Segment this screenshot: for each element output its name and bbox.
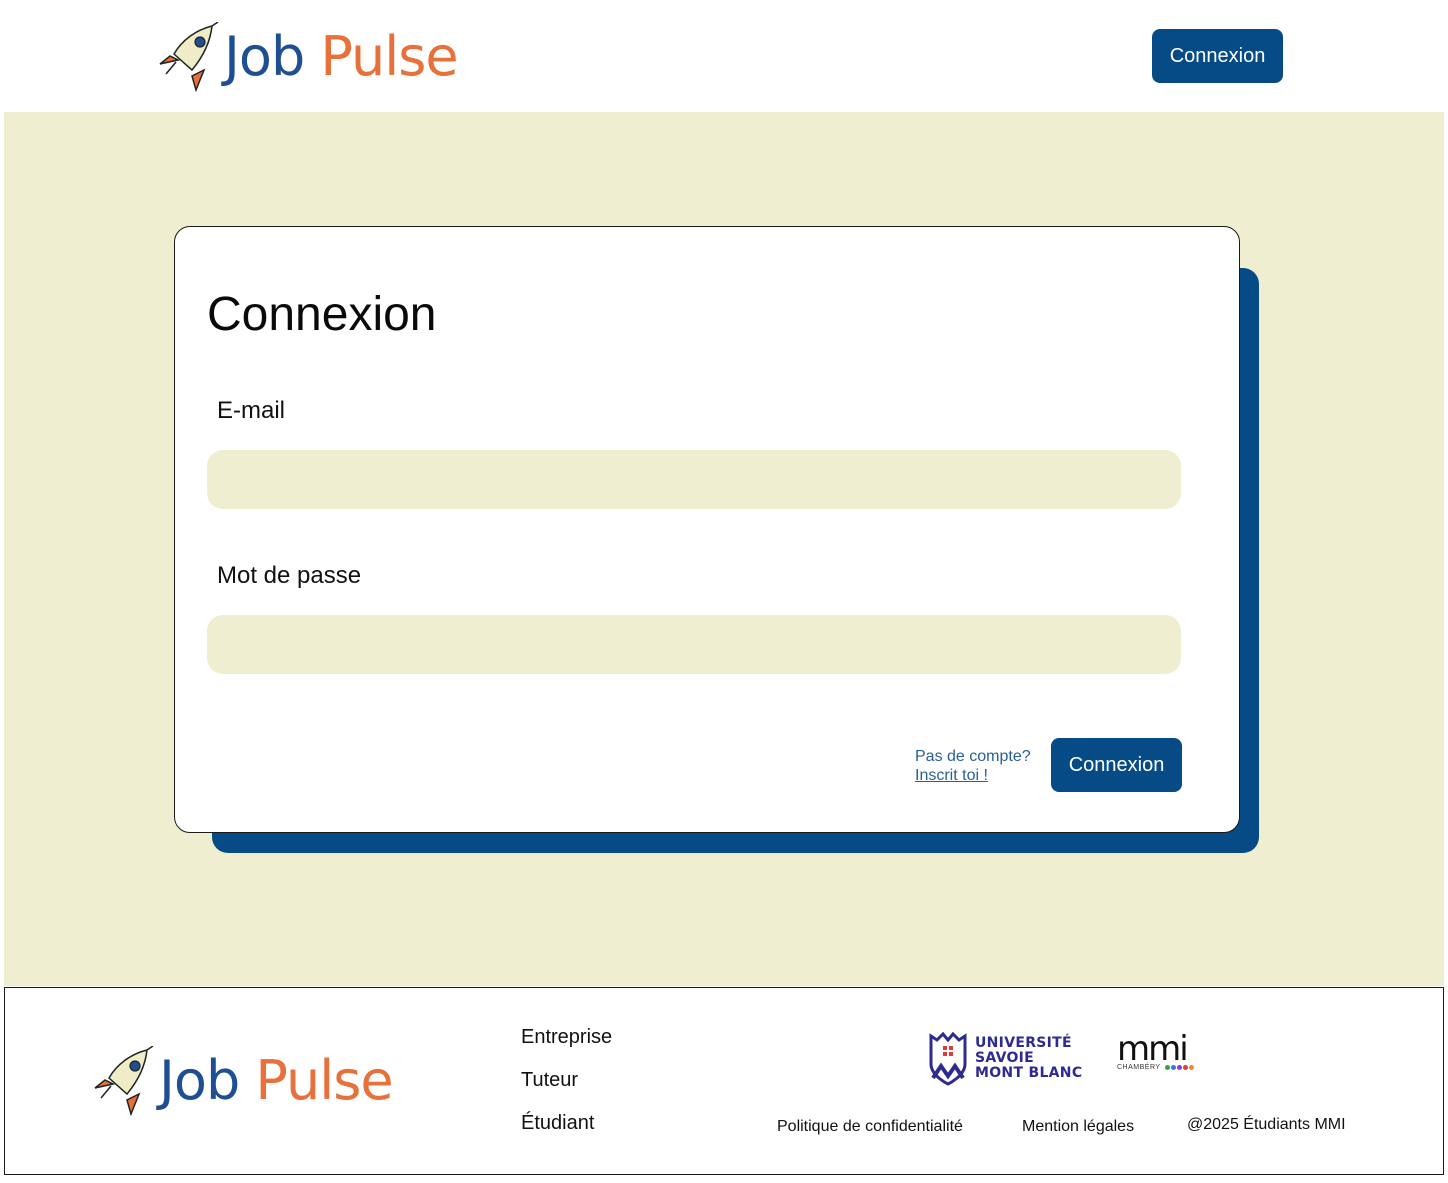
brand-job: Job <box>159 1049 240 1112</box>
site-header: Job Pulse Connexion <box>4 0 1440 112</box>
legal-link[interactable]: Mention légales <box>1022 1118 1134 1136</box>
login-card: Connexion E-mail Mot de passe Pas de com… <box>174 226 1240 833</box>
brand-name: Job Pulse <box>159 1054 394 1108</box>
email-field[interactable] <box>207 450 1181 509</box>
footer-nav-entreprise[interactable]: Entreprise <box>521 1026 612 1069</box>
mmi-city: CHAMBÉRY <box>1117 1064 1161 1071</box>
usmb-shield-icon <box>929 1031 967 1086</box>
email-label: E-mail <box>217 397 286 424</box>
footer-nav: Entreprise Tuteur Étudiant <box>521 1026 612 1155</box>
page-title: Connexion <box>207 288 437 341</box>
signup-link[interactable]: Inscrit toi ! <box>915 766 1031 785</box>
usmb-line: MONT BLANC <box>975 1064 1083 1081</box>
mmi-subtitle: CHAMBÉRY <box>1117 1064 1203 1071</box>
header-login-button[interactable]: Connexion <box>1152 29 1283 83</box>
rocket-icon <box>94 1046 154 1116</box>
rocket-icon <box>159 22 219 92</box>
privacy-link[interactable]: Politique de confidentialité <box>777 1118 963 1136</box>
usmb-line: UNIVERSITÉ <box>975 1034 1072 1051</box>
site-footer: Job Pulse Entreprise Tuteur Étudiant UNI… <box>4 987 1444 1175</box>
usmb-wordmark: UNIVERSITÉ SAVOIE MONT BLANC <box>975 1034 1083 1081</box>
footer-nav-tuteur[interactable]: Tuteur <box>521 1069 612 1112</box>
main-area: Connexion E-mail Mot de passe Pas de com… <box>4 112 1444 986</box>
footer-nav-etudiant[interactable]: Étudiant <box>521 1112 612 1155</box>
usmb-logo: UNIVERSITÉ SAVOIE MONT BLANC <box>927 1030 1082 1086</box>
brand-pulse: Pulse <box>255 1049 393 1112</box>
footer-logo[interactable]: Job Pulse <box>91 1046 394 1116</box>
brand-pulse: Pulse <box>320 25 458 88</box>
no-account-text: Pas de compte? <box>915 748 1031 765</box>
mmi-wordmark: mmi <box>1117 1029 1189 1069</box>
signup-prompt: Pas de compte? Inscrit toi ! <box>915 747 1031 785</box>
mmi-dots <box>1164 1065 1194 1070</box>
mmi-logo: mmi CHAMBÉRY <box>1117 1029 1203 1071</box>
login-submit-button[interactable]: Connexion <box>1051 738 1182 792</box>
brand-job: Job <box>224 25 305 88</box>
header-logo[interactable]: Job Pulse <box>156 22 459 92</box>
usmb-line: SAVOIE <box>975 1049 1035 1066</box>
copyright: @2025 Étudiants MMI <box>1187 1116 1346 1133</box>
password-field[interactable] <box>207 615 1181 674</box>
brand-name: Job Pulse <box>224 30 459 84</box>
password-label: Mot de passe <box>217 562 362 589</box>
